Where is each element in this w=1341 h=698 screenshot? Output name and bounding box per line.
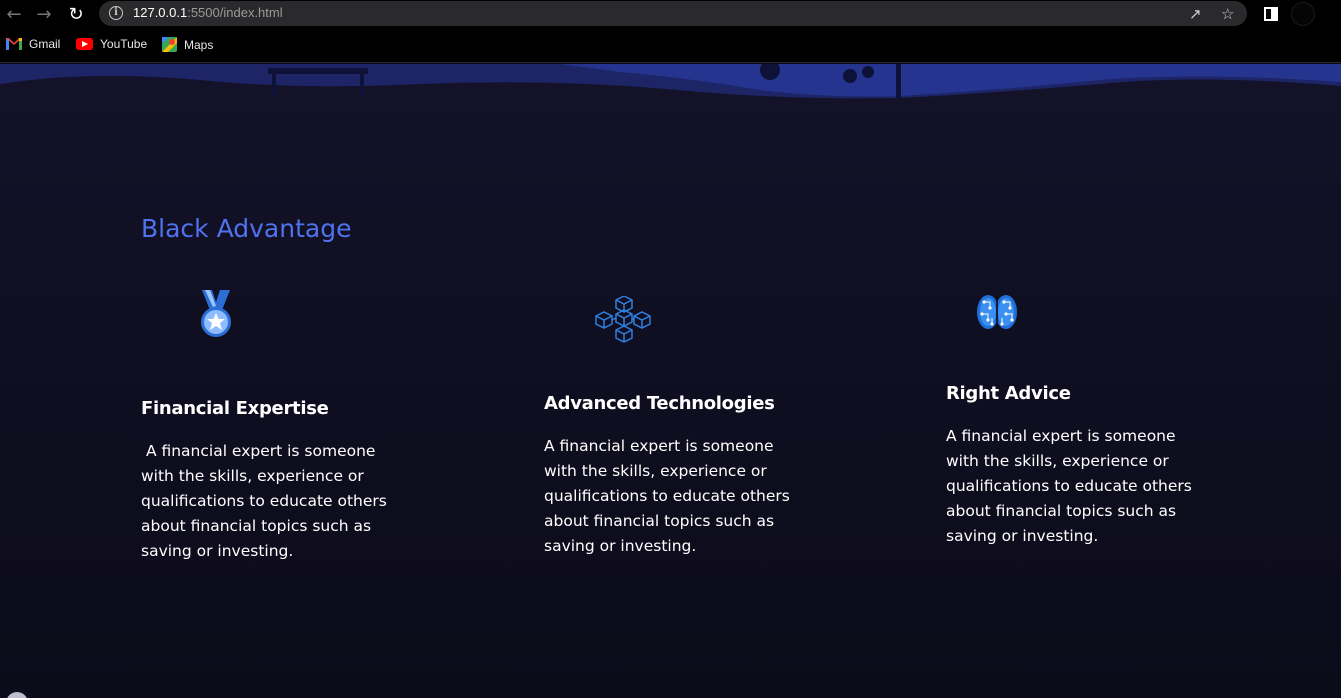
card-title: Right Advice	[946, 383, 1071, 404]
bookmark-label: YouTube	[100, 37, 148, 51]
medal-icon	[201, 290, 231, 337]
section-title: Black Advantage	[141, 214, 352, 243]
back-arrow-icon[interactable]: ←	[3, 3, 25, 25]
browser-toolbar: ← → ↻ i 127.0.0.1:5500/index.html ↗ ☆	[0, 0, 1341, 28]
reload-icon[interactable]: ↻	[65, 3, 87, 25]
profile-avatar[interactable]	[1291, 2, 1315, 26]
gmail-icon	[6, 38, 22, 50]
card-title: Advanced Technologies	[544, 393, 775, 414]
hero-illustration-edge	[0, 64, 1341, 99]
scroll-to-top-button[interactable]	[6, 692, 28, 698]
bookmarks-bar: Gmail YouTube Maps	[0, 28, 1341, 63]
card-description: A financial expert is someone with the s…	[141, 442, 392, 560]
url-text[interactable]: 127.0.0.1:5500/index.html	[133, 5, 283, 20]
maps-icon	[162, 37, 177, 52]
blockchain-cubes-icon	[595, 296, 651, 343]
bookmark-maps[interactable]: Maps	[162, 37, 213, 52]
card-description: A financial expert is someone with the s…	[946, 427, 1197, 545]
share-icon[interactable]: ↗	[1189, 5, 1202, 23]
bookmark-gmail[interactable]: Gmail	[6, 37, 60, 51]
brain-icon	[977, 295, 1017, 329]
bookmark-star-icon[interactable]: ☆	[1221, 5, 1234, 23]
bookmark-youtube[interactable]: YouTube	[76, 37, 147, 51]
bookmark-label: Maps	[184, 37, 214, 52]
site-info-icon[interactable]: i	[109, 6, 123, 20]
youtube-icon	[76, 38, 93, 50]
forward-arrow-icon[interactable]: →	[33, 3, 55, 25]
side-panel-icon[interactable]	[1264, 7, 1278, 21]
address-bar[interactable]: i 127.0.0.1:5500/index.html ↗ ☆	[99, 1, 1247, 26]
page-content: Black Advantage Financial Expertise A fi…	[0, 64, 1341, 698]
bookmark-label: Gmail	[29, 37, 61, 51]
card-title: Financial Expertise	[141, 398, 329, 419]
card-description: A financial expert is someone with the s…	[544, 437, 795, 555]
